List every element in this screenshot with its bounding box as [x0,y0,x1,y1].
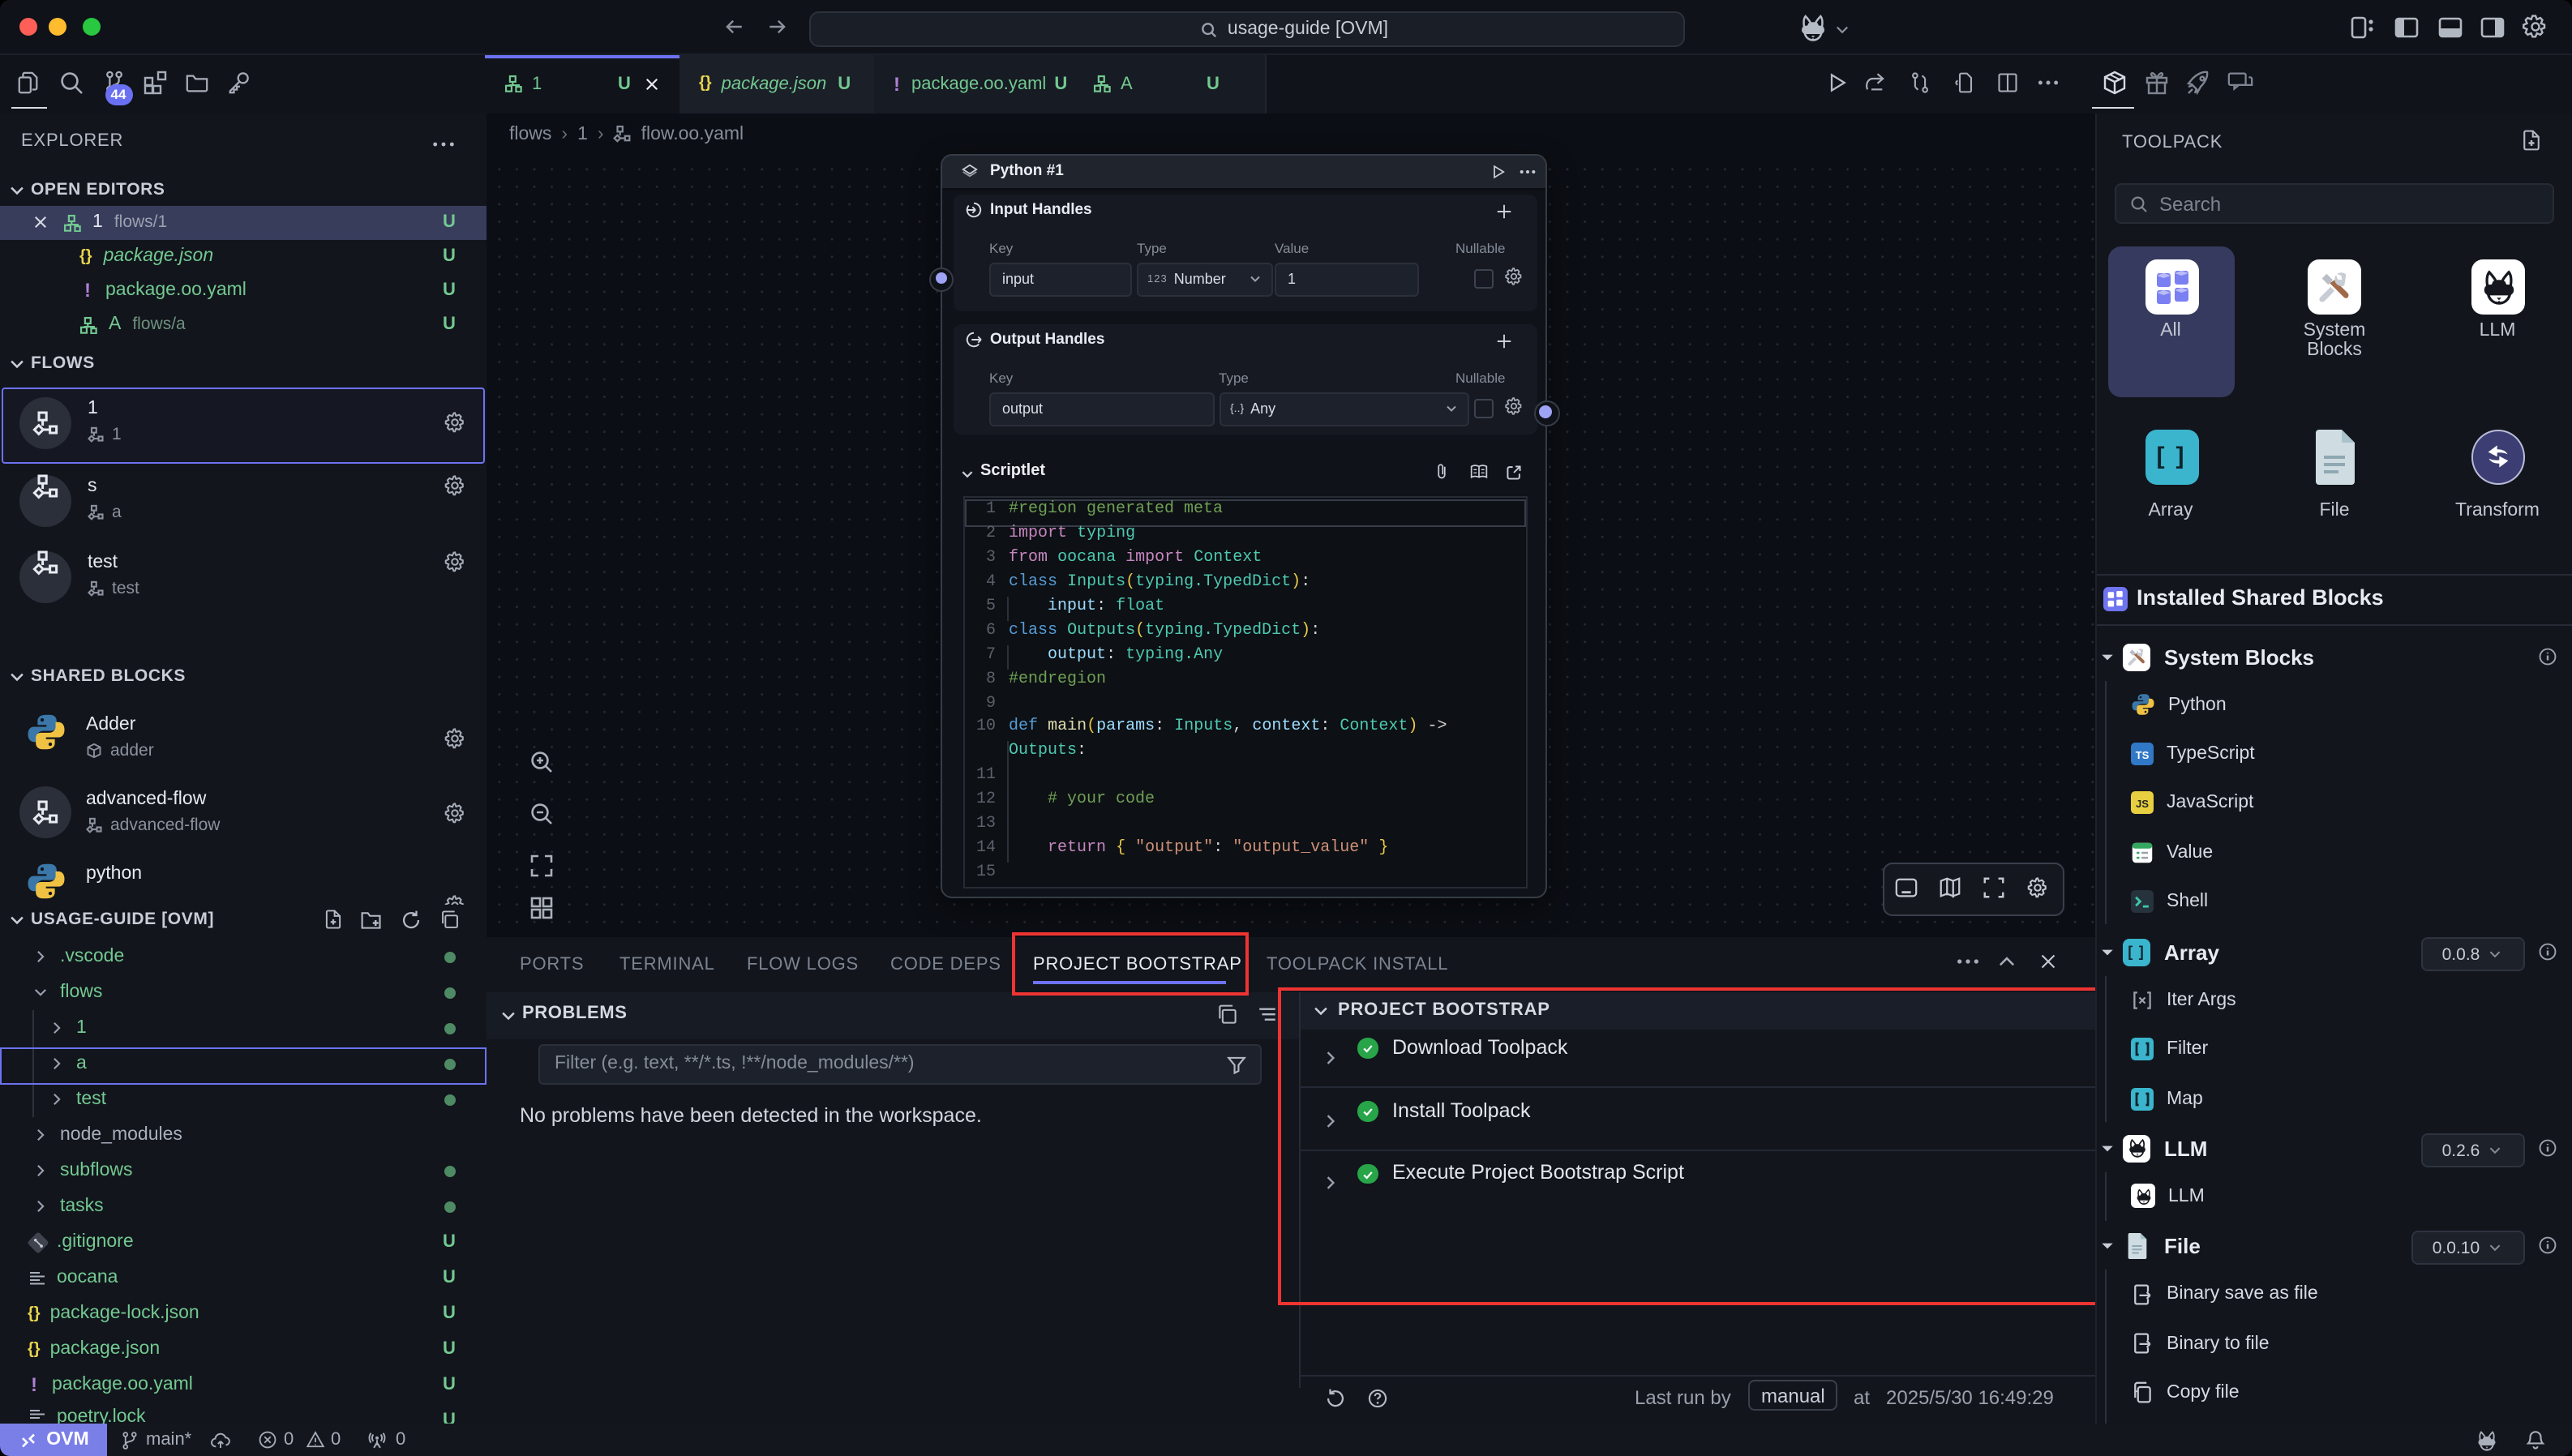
svg-text:TS: TS [2136,748,2150,760]
svg-text:JS: JS [2136,798,2149,810]
